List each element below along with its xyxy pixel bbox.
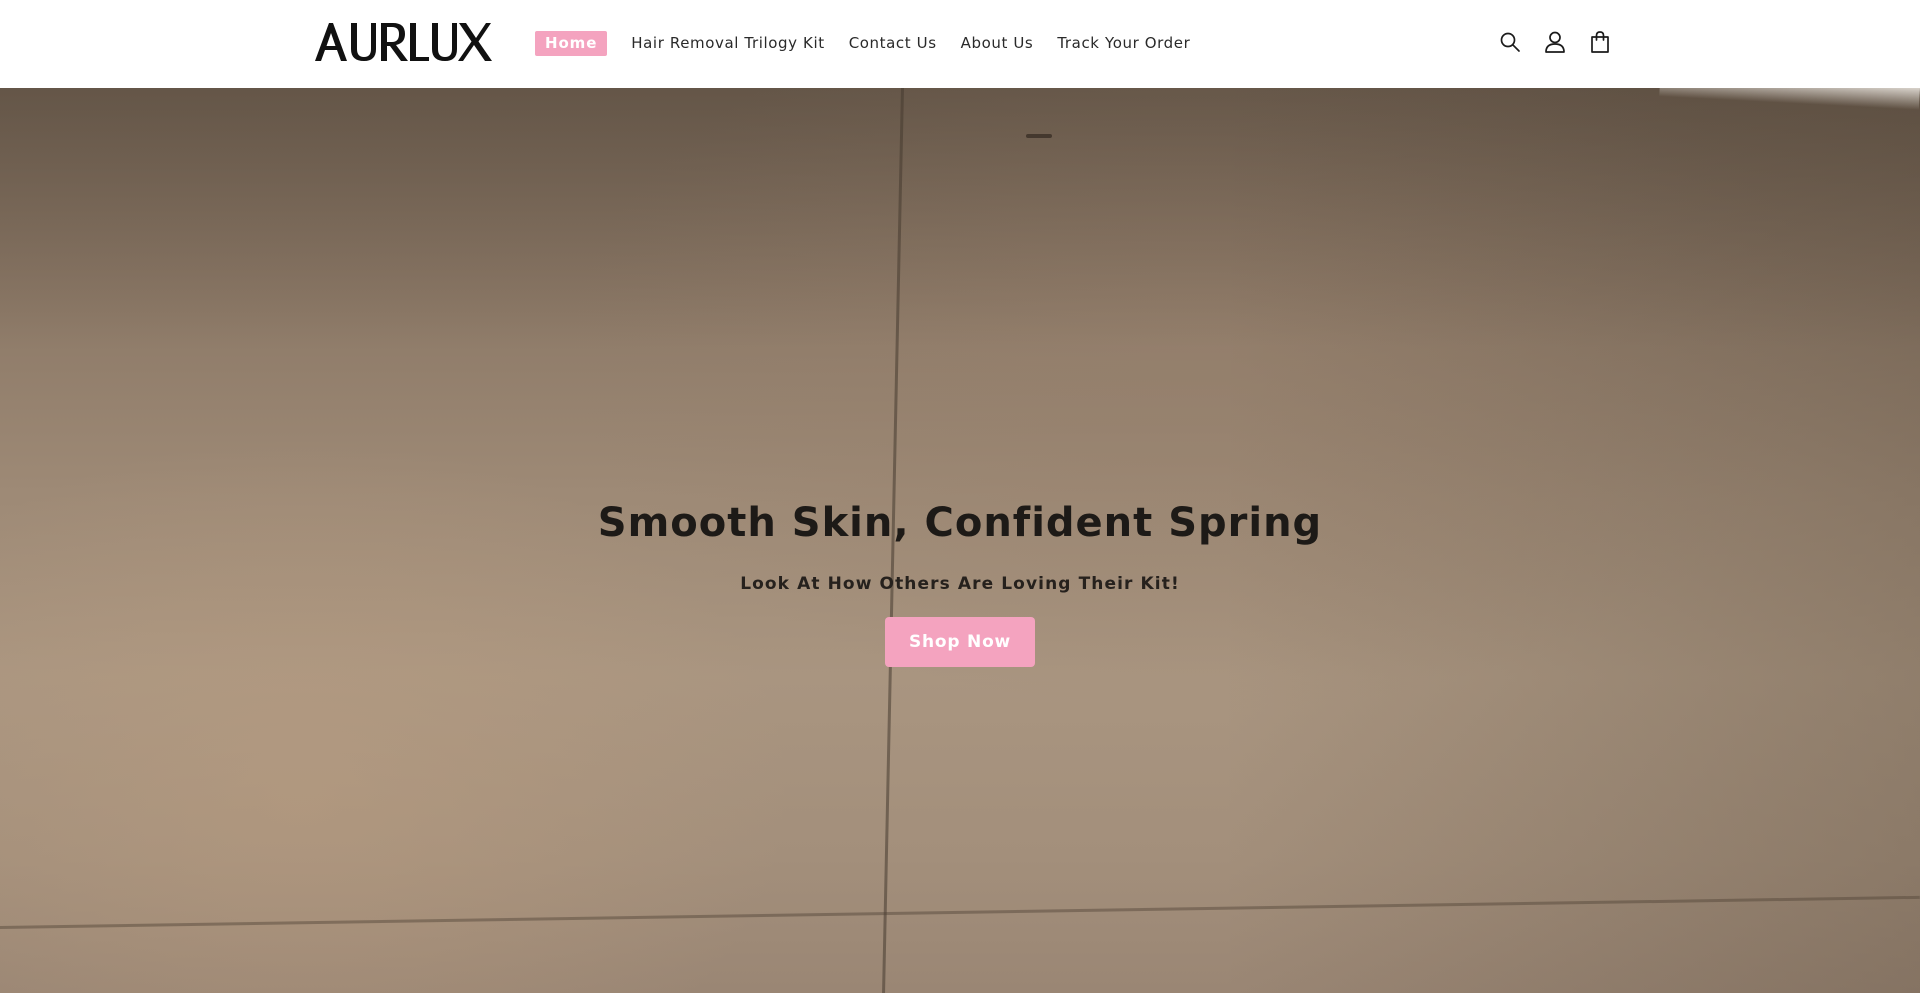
nav-item-contact-us[interactable]: Contact Us	[849, 34, 937, 52]
nav-item-home[interactable]: Home	[535, 30, 608, 56]
logo-wordmark	[315, 23, 492, 61]
main-nav: Home Hair Removal Trilogy Kit Contact Us…	[535, 0, 1214, 86]
nav-item-about-us[interactable]: About Us	[961, 34, 1034, 52]
site-header: Home Hair Removal Trilogy Kit Contact Us…	[0, 0, 1920, 88]
hero-content: Smooth Skin, Confident Spring Look At Ho…	[0, 88, 1920, 993]
hero-subtitle: Look At How Others Are Loving Their Kit!	[740, 574, 1180, 594]
search-icon[interactable]	[1497, 29, 1523, 55]
header-actions	[1497, 29, 1613, 55]
shop-now-button[interactable]: Shop Now	[885, 617, 1035, 667]
brand-logo[interactable]	[313, 19, 493, 65]
nav-item-track-your-order[interactable]: Track Your Order	[1057, 34, 1190, 52]
hero-title: Smooth Skin, Confident Spring	[597, 500, 1323, 546]
account-icon[interactable]	[1542, 29, 1568, 55]
cart-icon[interactable]	[1587, 29, 1613, 55]
nav-item-hair-removal-trilogy-kit[interactable]: Hair Removal Trilogy Kit	[631, 34, 824, 52]
hero-banner: Smooth Skin, Confident Spring Look At Ho…	[0, 88, 1920, 993]
